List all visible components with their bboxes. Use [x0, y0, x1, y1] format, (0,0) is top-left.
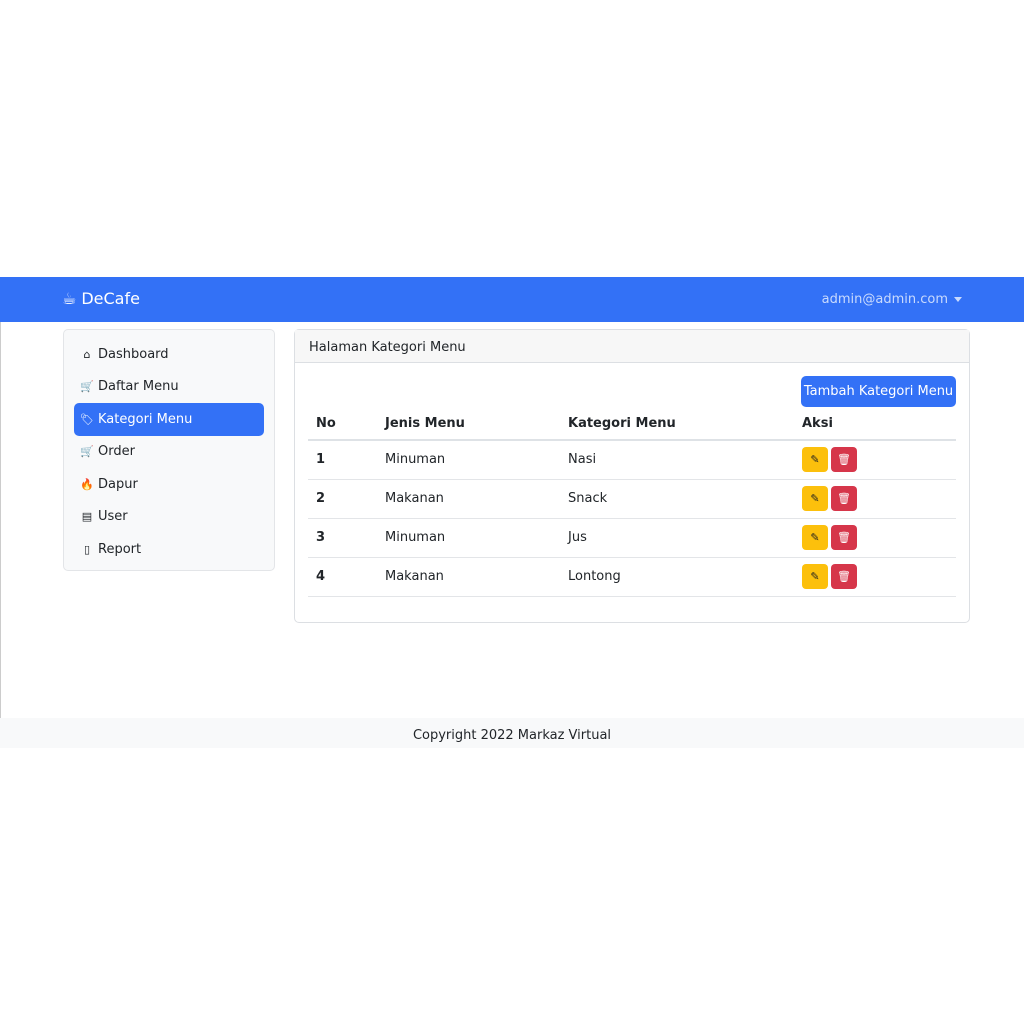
- sidebar-item-dapur[interactable]: 🔥 Dapur: [74, 468, 264, 501]
- trash-icon: 🗑: [837, 492, 851, 505]
- row-kategori: Nasi: [568, 440, 802, 480]
- row-jenis: Minuman: [385, 518, 568, 558]
- caret-down-icon: [954, 297, 962, 302]
- pencil-square-icon: ✎: [810, 453, 820, 467]
- fire-icon: 🔥: [80, 477, 94, 491]
- coffee-cup-icon: ☕: [62, 289, 77, 308]
- pencil-square-icon: ✎: [810, 531, 820, 544]
- brand-link[interactable]: ☕ DeCafe: [62, 289, 140, 308]
- row-jenis: Makanan: [385, 479, 568, 519]
- delete-button[interactable]: 🗑: [831, 447, 857, 473]
- sidebar-item-daftar-menu[interactable]: 🛒 Daftar Menu: [74, 371, 264, 404]
- label: Report: [98, 541, 142, 557]
- sidebar-item-report[interactable]: ▯ Report: [74, 533, 264, 566]
- label: Daftar Menu: [98, 379, 179, 395]
- trash-icon: 🗑: [837, 570, 851, 583]
- cart-icon: 🛒: [80, 380, 94, 394]
- row-kategori: Jus: [568, 518, 802, 558]
- table-row: 3 Minuman Jus ✎ 🗑: [308, 518, 956, 558]
- tag-icon: 🏷: [80, 412, 94, 426]
- row-no: 2: [308, 479, 385, 519]
- col-aksi: Aksi: [802, 408, 956, 441]
- pencil-square-icon: ✎: [810, 570, 820, 583]
- row-no: 1: [308, 440, 385, 480]
- sidebar: ⌂ Dashboard 🛒 Daftar Menu 🏷 Kategori Menu 🛒…: [63, 329, 275, 571]
- sidebar-item-order[interactable]: 🛒 Order: [74, 436, 264, 469]
- col-no: No: [308, 408, 385, 441]
- label: Dashboard: [98, 346, 169, 362]
- row-kategori: Lontong: [568, 557, 802, 597]
- edit-button[interactable]: ✎: [802, 525, 828, 550]
- row-kategori: Snack: [568, 479, 802, 519]
- user-dropdown[interactable]: admin@admin.com: [822, 292, 962, 307]
- edit-button[interactable]: ✎: [802, 486, 828, 511]
- sidebar-item-dashboard[interactable]: ⌂ Dashboard: [74, 338, 264, 371]
- col-jenis-menu: Jenis Menu: [385, 408, 568, 441]
- cart-icon: 🛒: [80, 445, 94, 459]
- category-table: No Jenis Menu Kategori Menu Aksi 1 Minuma…: [308, 408, 956, 597]
- label: Kategori Menu: [98, 411, 193, 427]
- user-email: admin@admin.com: [821, 292, 948, 307]
- row-no: 3: [308, 518, 385, 558]
- edit-button[interactable]: ✎: [802, 564, 828, 589]
- label: Order: [98, 444, 135, 460]
- row-actions: ✎ 🗑: [802, 440, 956, 480]
- row-actions: ✎ 🗑: [802, 518, 956, 558]
- navbar: ☕ DeCafe admin@admin.com: [0, 277, 1024, 322]
- house-icon: ⌂: [83, 347, 91, 361]
- table-row: 2 Makanan Snack ✎ 🗑: [308, 479, 956, 519]
- page-title: Halaman Kategori Menu: [295, 330, 969, 363]
- delete-button[interactable]: 🗑: [831, 564, 857, 589]
- table-row: 1 Minuman Nasi ✎ 🗑: [308, 440, 956, 480]
- col-kategori-menu: Kategori Menu: [568, 408, 802, 441]
- pencil-square-icon: ✎: [810, 492, 820, 505]
- main-card: Halaman Kategori Menu Tambah Kategori Me…: [294, 329, 970, 623]
- report-icon: ▯: [83, 542, 91, 556]
- sidebar-item-user[interactable]: ▤ User: [74, 501, 264, 534]
- edit-button[interactable]: ✎: [802, 447, 828, 473]
- row-jenis: Makanan: [385, 557, 568, 597]
- card-list-icon: ▤: [81, 510, 93, 524]
- label: User: [98, 509, 128, 525]
- trash-icon: 🗑: [837, 531, 851, 544]
- delete-button[interactable]: 🗑: [831, 486, 857, 511]
- add-category-button[interactable]: Tambah Kategori Menu: [801, 376, 956, 407]
- sidebar-item-kategori-menu[interactable]: 🏷 Kategori Menu: [74, 403, 264, 436]
- label: Dapur: [98, 476, 138, 492]
- delete-button[interactable]: 🗑: [831, 525, 857, 550]
- table-row: 4 Makanan Lontong ✎ 🗑: [308, 557, 956, 597]
- trash-icon: 🗑: [837, 453, 851, 467]
- row-jenis: Minuman: [385, 440, 568, 480]
- row-actions: ✎ 🗑: [802, 479, 956, 519]
- row-actions: ✎ 🗑: [802, 557, 956, 597]
- row-no: 4: [308, 557, 385, 597]
- brand-name: DeCafe: [81, 289, 140, 308]
- footer: Copyright 2022 Markaz Virtual: [0, 718, 1024, 748]
